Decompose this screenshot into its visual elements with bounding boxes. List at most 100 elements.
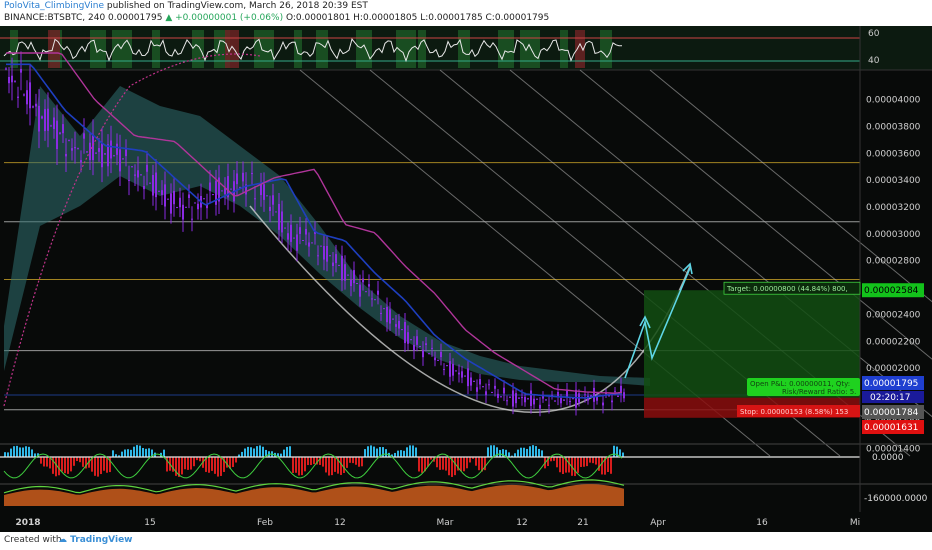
rsi-green-band (600, 30, 612, 68)
histogram-bar (448, 457, 450, 476)
candle-body (107, 144, 109, 167)
candle-body (311, 242, 313, 244)
histogram-bar (16, 445, 18, 457)
candle-body (305, 228, 307, 235)
histogram-bar (610, 457, 612, 474)
histogram-bar (340, 457, 342, 475)
candle-body (476, 387, 478, 392)
candle-body (170, 193, 172, 214)
candle-body (491, 392, 493, 394)
chart-canvas[interactable]: 6040 0.0000 -160000.0000 0.000040000.000… (0, 26, 932, 532)
candle-body (134, 174, 136, 176)
candle-body (254, 198, 256, 200)
histogram-bar (313, 457, 315, 465)
histogram-bar (28, 446, 30, 457)
rsi-green-band (152, 30, 160, 68)
rsi-red-band (225, 30, 239, 68)
candle-body (527, 398, 529, 400)
price-tick: 0.00003400 (866, 176, 921, 186)
histogram-bar (121, 451, 123, 457)
candle-body (155, 172, 157, 198)
candle-body (338, 264, 340, 266)
histogram-bar (211, 457, 213, 471)
rsi-green-band (356, 30, 372, 68)
histogram-bar (283, 449, 285, 457)
histogram-bar (559, 457, 561, 473)
candle-body (401, 329, 403, 331)
histogram-bar (106, 457, 108, 473)
author-link[interactable]: PoloVita_ClimbingVine (4, 1, 104, 11)
candle-body (47, 108, 49, 131)
candle-body (614, 390, 616, 392)
candle-body (281, 211, 283, 233)
candle-body (353, 270, 355, 284)
footer: Created with ☁ TradingView (0, 532, 932, 550)
candle-body (569, 400, 571, 402)
histogram-bar (163, 449, 165, 457)
histogram-bar (496, 447, 498, 457)
candle-body (212, 194, 214, 196)
candle-body (377, 290, 379, 295)
tradingview-logo-link[interactable]: ☁ TradingView (58, 535, 133, 545)
candle-body (497, 393, 499, 398)
histogram-bar (310, 457, 312, 466)
candle-body (269, 206, 271, 211)
histogram-bar (454, 457, 456, 476)
candle-body (14, 81, 16, 83)
candle-body (479, 379, 481, 385)
histogram-bar (208, 457, 210, 473)
time-tick: 21 (577, 518, 588, 528)
candle-body (593, 387, 595, 402)
time-tick: 16 (756, 518, 768, 528)
candle-body (452, 363, 454, 376)
candle-body (413, 344, 415, 351)
candle-body (179, 197, 181, 208)
histogram-bar (442, 457, 444, 470)
candle-body (386, 306, 388, 323)
candle-body (53, 117, 55, 129)
price-tick: 0.00003600 (866, 149, 921, 159)
histogram-bar (556, 457, 558, 468)
candle-body (356, 283, 358, 285)
candle-body (482, 386, 484, 388)
candle-body (98, 148, 100, 152)
candle-body (185, 206, 187, 208)
candle-body (116, 143, 118, 155)
histogram-bar (112, 450, 114, 457)
candle-body (407, 332, 409, 344)
candle-body (509, 396, 511, 398)
histogram-bar (97, 457, 99, 477)
time-tick: Mi (850, 518, 860, 528)
histogram-bar (445, 457, 447, 471)
candle-body (437, 359, 439, 361)
candle-body (5, 68, 7, 70)
candle-body (428, 353, 430, 355)
candle-body (194, 202, 196, 204)
candle-body (158, 190, 160, 192)
histogram-bar (286, 446, 288, 457)
candle-body (56, 120, 58, 150)
histogram-bar (412, 445, 414, 457)
histogram-bar (214, 457, 216, 474)
histogram-bar (361, 457, 363, 467)
price-change-value: +0.00000001 (+0.06%) (175, 13, 284, 23)
candle-body (347, 274, 349, 276)
histogram-bar (418, 457, 420, 472)
candle-body (182, 204, 184, 220)
histogram-bar (259, 445, 261, 457)
rsi-green-band (316, 30, 328, 68)
histogram-bar (394, 452, 396, 457)
candle-body (137, 170, 139, 178)
histogram-bar (73, 457, 75, 466)
histogram-bar (331, 457, 333, 476)
histogram-bar (241, 451, 243, 457)
rsi-green-band (192, 30, 204, 68)
candle-body (335, 254, 337, 264)
candle-body (488, 384, 490, 386)
rsi-green-band (294, 30, 302, 68)
histogram-bar (499, 449, 501, 457)
candle-body (320, 245, 322, 247)
time-axis[interactable]: 2018 15 Feb 12 Mar 12 21 Apr 16 Mi (0, 512, 932, 532)
candle-body (8, 76, 10, 84)
long-position-tool (644, 290, 860, 418)
